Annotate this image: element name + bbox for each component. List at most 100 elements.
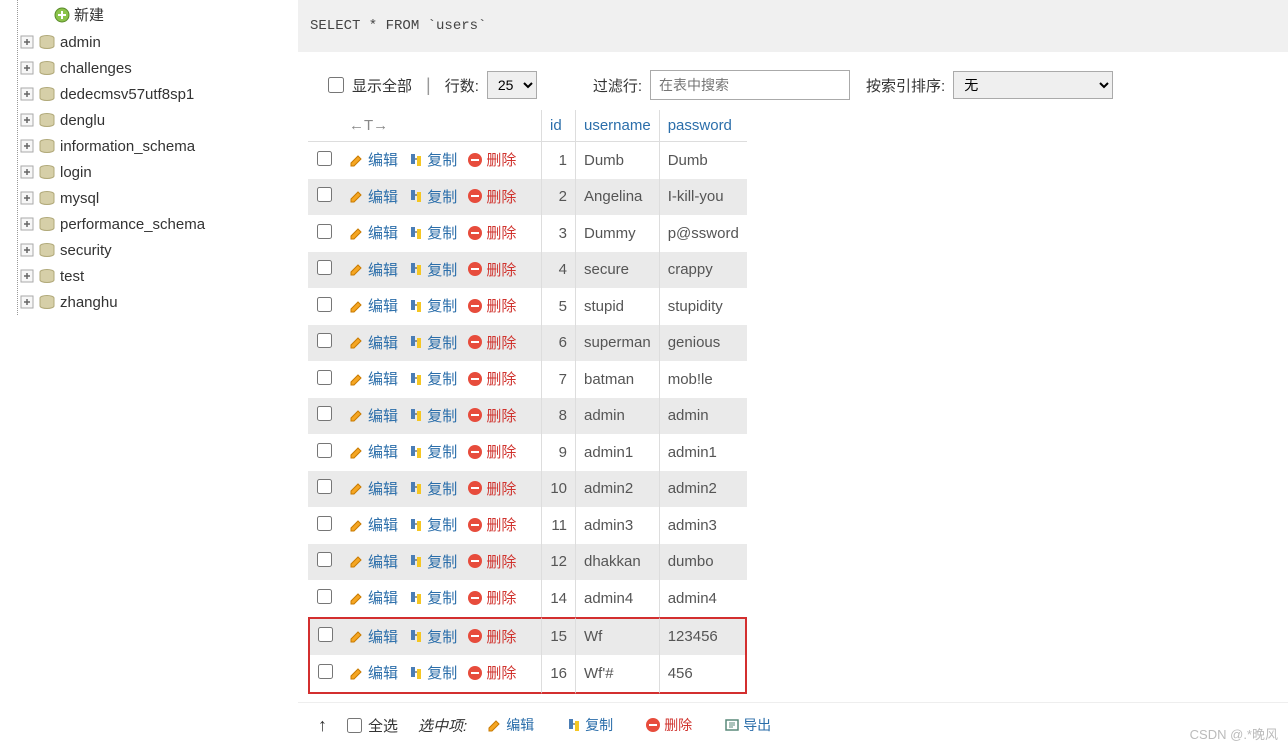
edit-button[interactable]: 编辑 (349, 551, 398, 572)
expand-icon[interactable] (18, 189, 36, 207)
header-sort-toggle[interactable]: ←T→ (341, 110, 541, 142)
edit-button[interactable]: 编辑 (349, 332, 398, 353)
copy-button[interactable]: 复制 (408, 222, 457, 243)
copy-button[interactable]: 复制 (408, 149, 457, 170)
copy-button[interactable]: 复制 (408, 514, 457, 535)
database-label: performance_schema (60, 216, 205, 233)
expand-icon[interactable] (18, 293, 36, 311)
delete-button[interactable]: 删除 (467, 514, 516, 535)
tree-database-item[interactable]: performance_schema (18, 211, 290, 237)
row-checkbox[interactable] (317, 297, 332, 312)
select-all-checkbox[interactable] (347, 718, 362, 733)
row-checkbox[interactable] (317, 333, 332, 348)
tree-database-item[interactable]: test (18, 263, 290, 289)
bulk-edit-button[interactable]: 编辑 (487, 715, 534, 735)
sql-query-box[interactable]: SELECT * FROM `users` (298, 0, 1288, 52)
delete-button[interactable]: 删除 (467, 478, 516, 499)
row-checkbox[interactable] (317, 260, 332, 275)
bulk-copy-button[interactable]: 复制 (566, 715, 613, 735)
row-checkbox[interactable] (317, 443, 332, 458)
copy-button[interactable]: 复制 (408, 259, 457, 280)
row-checkbox[interactable] (318, 627, 333, 642)
edit-button[interactable]: 编辑 (349, 186, 398, 207)
edit-button[interactable]: 编辑 (349, 368, 398, 389)
edit-button[interactable]: 编辑 (349, 626, 398, 647)
expand-icon[interactable] (18, 33, 36, 51)
edit-button[interactable]: 编辑 (349, 259, 398, 280)
copy-button[interactable]: 复制 (408, 626, 457, 647)
delete-button[interactable]: 删除 (467, 626, 516, 647)
copy-button[interactable]: 复制 (408, 295, 457, 316)
expand-icon[interactable] (18, 241, 36, 259)
expand-icon[interactable] (18, 137, 36, 155)
tree-database-item[interactable]: admin (18, 29, 290, 55)
header-id[interactable]: id (541, 110, 575, 142)
edit-button[interactable]: 编辑 (349, 587, 398, 608)
edit-button[interactable]: 编辑 (349, 149, 398, 170)
header-password[interactable]: password (659, 110, 747, 142)
edit-button[interactable]: 编辑 (349, 662, 398, 683)
row-checkbox[interactable] (317, 516, 332, 531)
tree-database-item[interactable]: zhanghu (18, 289, 290, 315)
row-checkbox[interactable] (317, 479, 332, 494)
bulk-export-button[interactable]: 导出 (724, 715, 771, 735)
copy-button[interactable]: 复制 (408, 551, 457, 572)
filter-input[interactable] (650, 70, 850, 100)
table-row: 编辑 复制 删除 6 superman genious (308, 325, 747, 362)
delete-button[interactable]: 删除 (467, 551, 516, 572)
delete-button[interactable]: 删除 (467, 405, 516, 426)
copy-button[interactable]: 复制 (408, 662, 457, 683)
delete-button[interactable]: 删除 (467, 587, 516, 608)
row-checkbox[interactable] (317, 589, 332, 604)
delete-button[interactable]: 删除 (467, 295, 516, 316)
expand-icon[interactable] (18, 111, 36, 129)
tree-new-item[interactable]: 新建 (18, 0, 290, 29)
delete-button[interactable]: 删除 (467, 368, 516, 389)
edit-button[interactable]: 编辑 (349, 222, 398, 243)
tree-database-item[interactable]: security (18, 237, 290, 263)
copy-button[interactable]: 复制 (408, 441, 457, 462)
expand-icon[interactable] (18, 59, 36, 77)
expand-icon[interactable] (18, 267, 36, 285)
tree-database-item[interactable]: mysql (18, 185, 290, 211)
expand-icon[interactable] (18, 215, 36, 233)
delete-button[interactable]: 删除 (467, 662, 516, 683)
delete-button[interactable]: 删除 (467, 441, 516, 462)
tree-database-item[interactable]: dedecmsv57utf8sp1 (18, 81, 290, 107)
copy-button[interactable]: 复制 (408, 405, 457, 426)
delete-button[interactable]: 删除 (467, 222, 516, 243)
bulk-delete-button[interactable]: 删除 (645, 715, 692, 735)
tree-database-item[interactable]: login (18, 159, 290, 185)
delete-button[interactable]: 删除 (467, 259, 516, 280)
delete-button[interactable]: 删除 (467, 149, 516, 170)
copy-button[interactable]: 复制 (408, 478, 457, 499)
row-checkbox[interactable] (317, 224, 332, 239)
expand-icon[interactable] (18, 85, 36, 103)
rows-select[interactable]: 25 (487, 71, 537, 99)
edit-button[interactable]: 编辑 (349, 441, 398, 462)
row-checkbox[interactable] (317, 187, 332, 202)
row-checkbox[interactable] (317, 370, 332, 385)
expand-icon[interactable] (18, 163, 36, 181)
edit-button[interactable]: 编辑 (349, 514, 398, 535)
row-checkbox[interactable] (317, 151, 332, 166)
copy-button[interactable]: 复制 (408, 368, 457, 389)
tree-database-item[interactable]: challenges (18, 55, 290, 81)
show-all-checkbox[interactable] (328, 77, 344, 93)
copy-button[interactable]: 复制 (408, 587, 457, 608)
row-checkbox[interactable] (318, 664, 333, 679)
sort-select[interactable]: 无 (953, 71, 1113, 99)
tree-database-item[interactable]: information_schema (18, 133, 290, 159)
delete-button[interactable]: 删除 (467, 186, 516, 207)
tree-database-item[interactable]: denglu (18, 107, 290, 133)
edit-button[interactable]: 编辑 (349, 478, 398, 499)
copy-button[interactable]: 复制 (408, 186, 457, 207)
delete-icon (467, 628, 483, 644)
header-username[interactable]: username (575, 110, 659, 142)
row-checkbox[interactable] (317, 552, 332, 567)
edit-button[interactable]: 编辑 (349, 405, 398, 426)
row-checkbox[interactable] (317, 406, 332, 421)
copy-button[interactable]: 复制 (408, 332, 457, 353)
edit-button[interactable]: 编辑 (349, 295, 398, 316)
delete-button[interactable]: 删除 (467, 332, 516, 353)
